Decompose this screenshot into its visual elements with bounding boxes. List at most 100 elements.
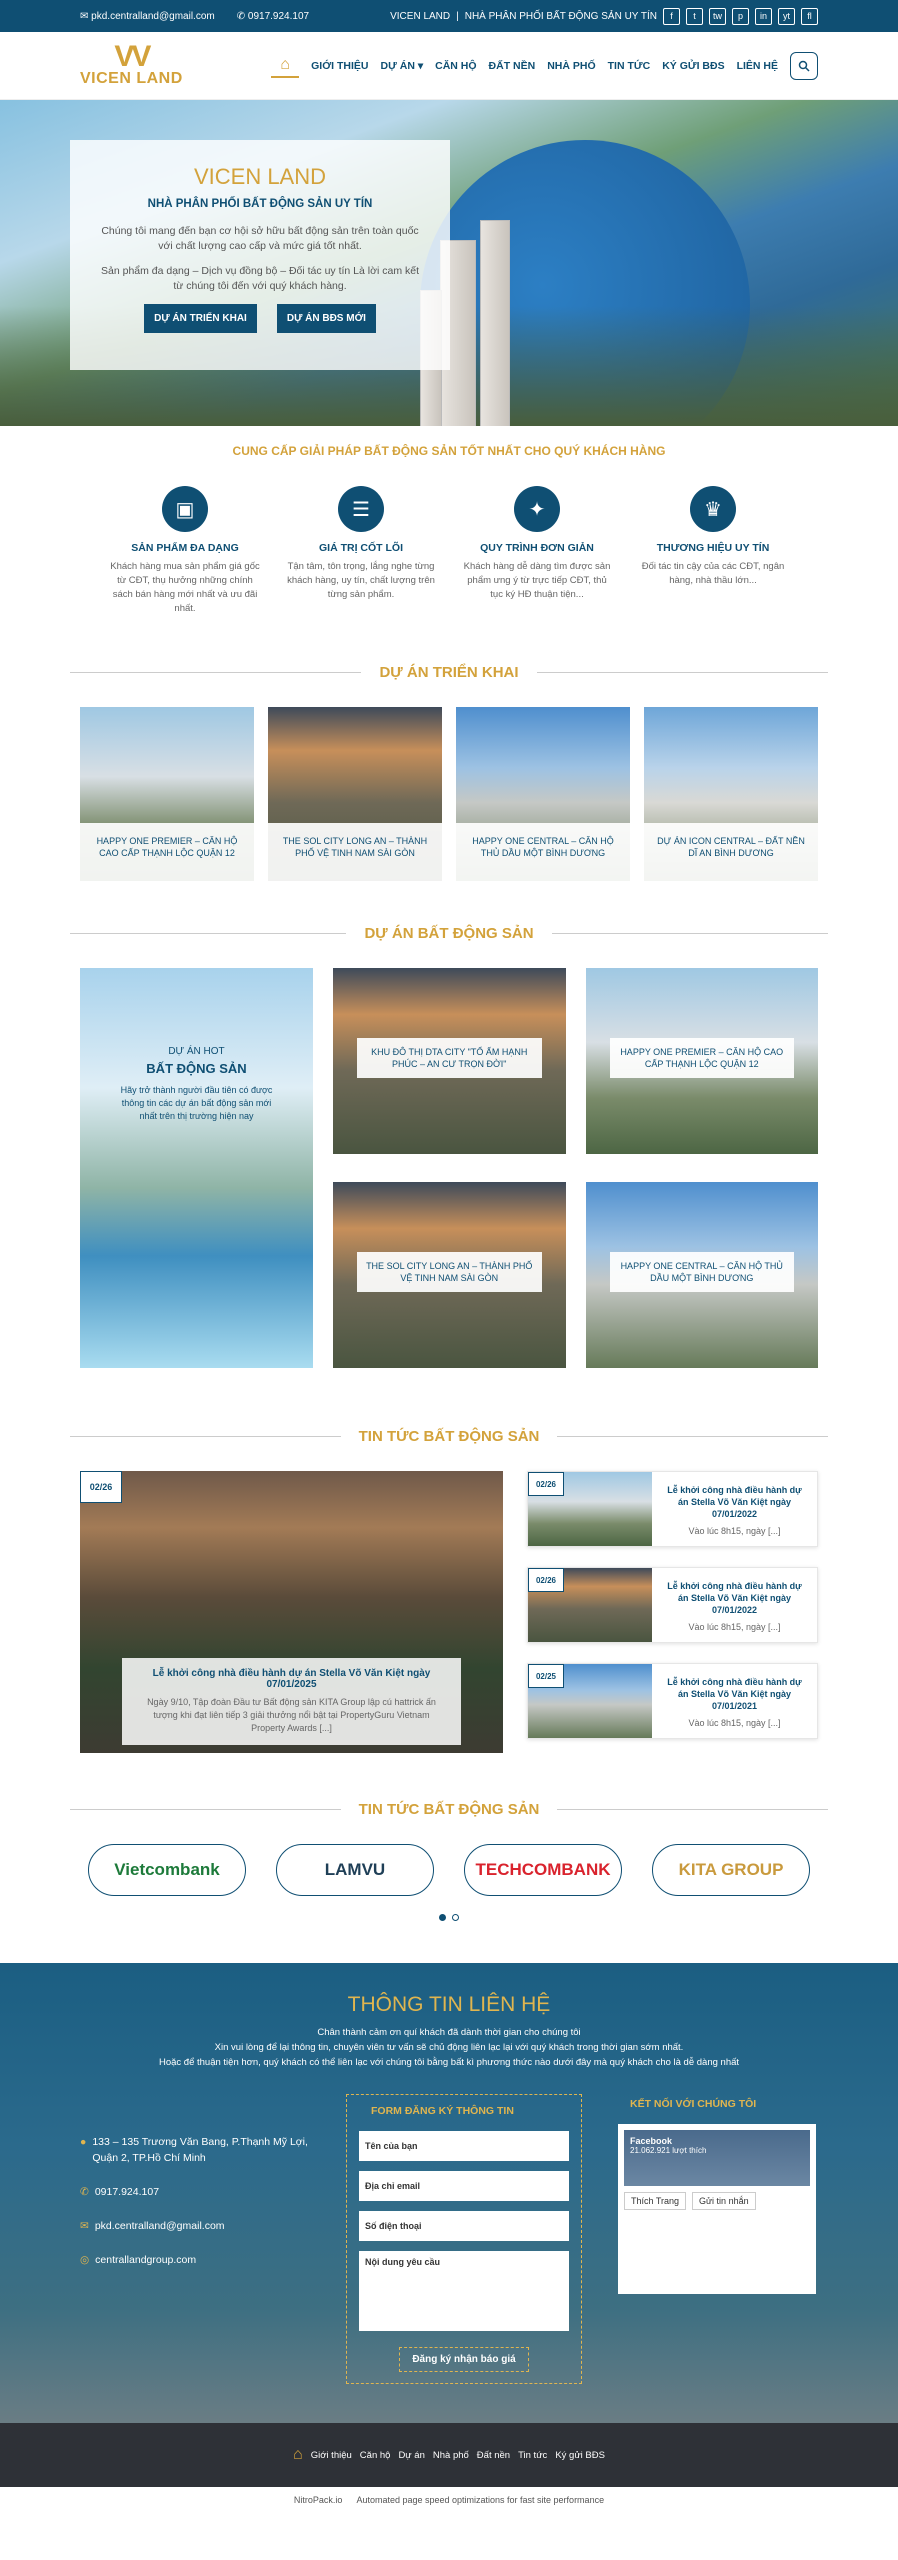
contact-title: THÔNG TIN LIÊN HỆ bbox=[347, 1993, 551, 2016]
message-field[interactable]: Nội dung yêu cầu bbox=[359, 2251, 569, 2331]
email-field[interactable]: Địa chỉ email bbox=[359, 2171, 569, 2201]
topbar-phone[interactable]: ✆ 0917.924.107 bbox=[237, 11, 309, 22]
contact-info: ● 133 – 135 Trương Văn Bang, P.Thạnh Mỹ L… bbox=[80, 2136, 308, 2266]
news-main[interactable]: 02/26 Lễ khởi công nhà điều hành dự án S… bbox=[80, 1471, 503, 1753]
facebook-icon[interactable]: f bbox=[663, 7, 680, 25]
form-title: FORM ĐĂNG KÝ THÔNG TIN bbox=[371, 2105, 514, 2117]
footer-link[interactable]: Nhà phố bbox=[433, 2450, 469, 2461]
news-item[interactable]: 02/26 Lễ khởi công nhà điều hành dự án St… bbox=[527, 1567, 818, 1643]
chevron-down-icon: ▾ bbox=[417, 59, 424, 72]
hero-text: Sản phẩm đa dạng – Dịch vụ đồng bộ – Đối… bbox=[101, 265, 419, 292]
like-page-button[interactable]: Thích Trang bbox=[624, 2192, 687, 2210]
footer-link[interactable]: Dự án bbox=[398, 2450, 424, 2461]
bds-card[interactable]: HAPPY ONE PREMIER – CĂN HỘ CAO CẤP THẠNH… bbox=[585, 968, 818, 1154]
search-icon bbox=[798, 60, 810, 72]
news-item[interactable]: 02/26 Lễ khởi công nhà điều hành dự án St… bbox=[527, 1471, 818, 1547]
home-icon[interactable]: ⌂ bbox=[293, 2446, 303, 2464]
hero-title: VICEN LAND bbox=[193, 164, 327, 189]
submit-button[interactable]: Đăng ký nhận báo giá bbox=[399, 2347, 529, 2372]
nitropack-badge: NitroPack.io Automated page speed optimi… bbox=[0, 2487, 898, 2513]
nav-du-an[interactable]: DỰ ÁN ▾ bbox=[381, 60, 424, 72]
home-icon[interactable]: ⌂ bbox=[271, 54, 300, 78]
date-badge: 02/26 bbox=[80, 1471, 122, 1503]
document-icon: ☰ bbox=[338, 486, 384, 532]
nav-nha-pho[interactable]: NHÀ PHỐ bbox=[547, 60, 595, 72]
news-excerpt: Ngày 9/10, Tập đoàn Đầu tư Bất động sản … bbox=[147, 1697, 436, 1733]
bds-feature-card[interactable]: DỰ ÁN HOT BẤT ĐỘNG SẢN Hãy trở thành ngư… bbox=[80, 968, 313, 1368]
hero-text: Chúng tôi mang đến bạn cơ hội sở hữu bất… bbox=[101, 225, 419, 252]
partner-logo[interactable]: TECHCOMBANK bbox=[464, 1844, 622, 1896]
header: VV VICEN LAND ⌂ GIỚI THIỆU DỰ ÁN ▾ CĂN H… bbox=[0, 32, 898, 100]
topbar-brand: VICEN LAND bbox=[390, 10, 451, 22]
globe-icon: ◎ bbox=[80, 2254, 90, 2266]
nav-gioi-thieu[interactable]: GIỚI THIỆU bbox=[311, 60, 368, 72]
hero-banner: VICEN LAND NHÀ PHÂN PHỐI BẤT ĐỘNG SẢN UY… bbox=[0, 100, 898, 426]
location-icon: ● bbox=[80, 2136, 87, 2148]
footer-link[interactable]: Ký gửi BĐS bbox=[555, 2450, 605, 2461]
hero-button-du-an-trien-khai[interactable]: DỰ ÁN TRIỂN KHAI bbox=[144, 304, 257, 333]
project-card[interactable]: THE SOL CITY LONG AN – THÀNH PHỐ VỆ TINH… bbox=[268, 707, 442, 881]
nav-lien-he[interactable]: LIÊN HỆ bbox=[737, 60, 778, 72]
date-badge: 02/26 bbox=[528, 1568, 564, 1592]
phone-icon: ✆ bbox=[80, 2186, 89, 2198]
bds-card[interactable]: THE SOL CITY LONG AN – THÀNH PHỐ VỆ TINH… bbox=[333, 1182, 566, 1368]
logo[interactable]: VV VICEN LAND bbox=[80, 41, 183, 88]
network-icon: ✦ bbox=[514, 486, 560, 532]
news-heading: TIN TỨC BẤT ĐỘNG SẢN bbox=[70, 1428, 828, 1445]
email-icon: ✉ bbox=[80, 2220, 89, 2232]
instagram-icon[interactable]: in bbox=[755, 7, 772, 25]
register-form: FORM ĐĂNG KÝ THÔNG TIN Tên của bạn Địa c… bbox=[346, 2094, 582, 2384]
nav-tin-tuc[interactable]: TIN TỨC bbox=[608, 60, 651, 72]
carousel-dot[interactable] bbox=[452, 1914, 459, 1921]
project-card[interactable]: DỰ ÁN ICON CENTRAL – ĐẤT NỀN DĨ AN BÌNH … bbox=[644, 707, 818, 881]
search-button[interactable] bbox=[790, 51, 818, 80]
footer-link[interactable]: Giới thiệu bbox=[311, 2450, 352, 2461]
date-badge: 02/26 bbox=[528, 1472, 564, 1496]
project-card[interactable]: HAPPY ONE PREMIER – CĂN HỘ CAO CẤP THẠNH… bbox=[80, 707, 254, 881]
partner-logo[interactable]: Vietcombank bbox=[88, 1844, 246, 1896]
phone-field[interactable]: Số điện thoại bbox=[359, 2211, 569, 2241]
nav-ky-gui[interactable]: KÝ GỬI BĐS bbox=[662, 60, 724, 72]
bds-heading: DỰ ÁN BẤT ĐỘNG SẢN bbox=[70, 925, 829, 942]
topbar-email[interactable]: ✉ pkd.centralland@gmail.com bbox=[80, 11, 215, 22]
feature-item: ✦ QUY TRÌNH ĐƠN GIẢN Khách hàng dễ dàng tì… bbox=[462, 486, 612, 616]
flickr-icon[interactable]: fl bbox=[801, 7, 818, 25]
contact-section: THÔNG TIN LIÊN HỆ Chân thành cảm ơn quí … bbox=[0, 1963, 898, 2423]
partner-logo[interactable]: LAMVU bbox=[276, 1844, 434, 1896]
feature-item: ▣ SẢN PHẨM ĐA DẠNG Khách hàng mua sản phẩm… bbox=[110, 486, 260, 616]
bds-card[interactable]: HAPPY ONE CENTRAL – CĂN HỘ THỦ DẦU MỘT B… bbox=[585, 1182, 818, 1368]
project-card[interactable]: HAPPY ONE CENTRAL – CĂN HỘ THỦ DẦU MỘT B… bbox=[456, 707, 630, 881]
news-section: 02/26 Lễ khởi công nhà điều hành dự án S… bbox=[0, 1471, 898, 1753]
features: ▣ SẢN PHẨM ĐA DẠNG Khách hàng mua sản phẩm… bbox=[0, 486, 898, 616]
hero-button-du-an-moi[interactable]: DỰ ÁN BĐS MỚI bbox=[276, 304, 376, 333]
partners-carousel: Vietcombank LAMVU TECHCOMBANK KITA GROUP bbox=[0, 1844, 898, 1896]
pinterest-icon[interactable]: p bbox=[732, 7, 749, 25]
tiktok-icon[interactable]: t bbox=[686, 7, 703, 25]
facebook-widget: KẾT NỐI VỚI CHÚNG TÔI Facebook 21.062.921… bbox=[618, 2094, 818, 2384]
footer-link[interactable]: Đất nền bbox=[477, 2450, 510, 2461]
top-bar: ✉ pkd.centralland@gmail.com ✆ 0917.924.1… bbox=[0, 0, 898, 32]
partners-heading: TIN TỨC BẤT ĐỘNG SẢN bbox=[70, 1801, 828, 1818]
nav-dat-nen[interactable]: ĐẤT NỀN bbox=[489, 60, 536, 72]
carousel-dot[interactable] bbox=[439, 1914, 446, 1921]
bds-card[interactable]: KHU ĐÔ THỊ DTA CITY "TỔ ẤM HẠNH PHÚC – A… bbox=[333, 968, 566, 1154]
youtube-icon[interactable]: yt bbox=[778, 7, 795, 25]
hero-box: VICEN LAND NHÀ PHÂN PHỐI BẤT ĐỘNG SẢN UY… bbox=[70, 140, 450, 370]
footer-link[interactable]: Căn hộ bbox=[360, 2450, 391, 2461]
partner-logo[interactable]: KITA GROUP bbox=[652, 1844, 810, 1896]
news-title[interactable]: Lễ khởi công nhà điều hành dự án Stella … bbox=[138, 1668, 445, 1690]
topbar-tagline: NHÀ PHÂN PHỐI BẤT ĐỘNG SẢN UY TÍN bbox=[464, 10, 657, 22]
nav-can-ho[interactable]: CĂN HỘ bbox=[435, 60, 476, 72]
projects-grid: HAPPY ONE PREMIER – CĂN HỘ CAO CẤP THẠNH… bbox=[0, 707, 898, 881]
news-item[interactable]: 02/25 Lễ khởi công nhà điều hành dự án St… bbox=[527, 1663, 818, 1739]
main-nav: ⌂ GIỚI THIỆU DỰ ÁN ▾ CĂN HỘ ĐẤT NỀN NHÀ … bbox=[271, 51, 818, 80]
hero-building bbox=[480, 220, 510, 426]
feature-item: ♛ THƯƠNG HIỆU UY TÍN Đối tác tin cậy của c… bbox=[638, 486, 788, 616]
name-field[interactable]: Tên của bạn bbox=[359, 2131, 569, 2161]
footer-link[interactable]: Tin tức bbox=[518, 2450, 547, 2461]
feature-item: ☰ GIÁ TRỊ CỐT LÕI Tận tâm, tôn trọng, lắng… bbox=[286, 486, 436, 616]
projects-heading: DỰ ÁN TRIỂN KHAI bbox=[70, 664, 829, 681]
bds-section: DỰ ÁN HOT BẤT ĐỘNG SẢN Hãy trở thành ngư… bbox=[0, 968, 898, 1368]
twitter-icon[interactable]: tw bbox=[709, 7, 726, 25]
send-message-button[interactable]: Gửi tin nhắn bbox=[692, 2192, 756, 2210]
